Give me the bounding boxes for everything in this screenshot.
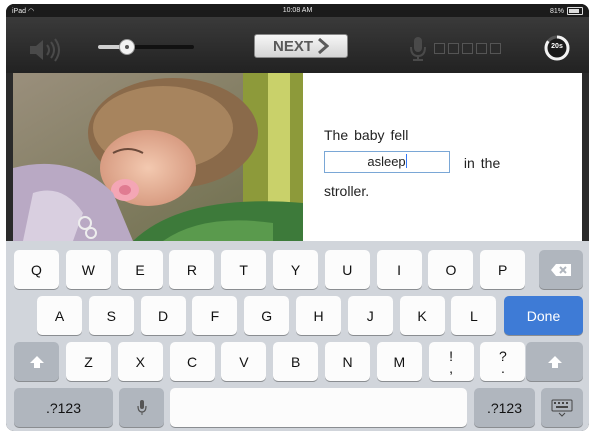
key-m[interactable]: M	[376, 342, 422, 381]
key-n[interactable]: N	[325, 342, 370, 381]
key-b[interactable]: B	[273, 342, 319, 381]
key-u[interactable]: U	[324, 250, 370, 289]
shift-key-right[interactable]	[526, 342, 583, 381]
punctuation-key[interactable]: ?.	[480, 342, 526, 381]
toolbar: NEXT 20s	[6, 17, 589, 73]
shift-icon	[547, 355, 562, 368]
mic-level-box	[490, 43, 501, 54]
key-j[interactable]: J	[347, 296, 393, 335]
key-d[interactable]: D	[140, 296, 186, 335]
shift-key-left[interactable]	[14, 342, 59, 381]
hide-keyboard-key[interactable]	[541, 388, 583, 427]
battery-icon	[567, 7, 583, 15]
sentence-word: in	[463, 155, 475, 171]
key-q[interactable]: Q	[14, 250, 59, 289]
sentence-word: the	[480, 155, 501, 171]
key-s[interactable]: S	[88, 296, 134, 335]
keyboard-icon	[551, 399, 573, 417]
sentence-word: baby	[354, 127, 385, 143]
sentence-line-1: The baby fell	[324, 121, 564, 149]
chevron-right-icon	[318, 38, 329, 54]
on-screen-keyboard: Q W E R T Y U I O P A S D F G H J K L Done Z X C V B N M!,?. .?123.…	[6, 241, 589, 431]
sentence-line-2: asleep in the	[324, 149, 564, 177]
key-h[interactable]: H	[296, 296, 341, 335]
key-f[interactable]: F	[192, 296, 238, 335]
sentence-word: fell	[390, 127, 409, 143]
key-w[interactable]: W	[65, 250, 111, 289]
shift-icon	[29, 355, 44, 368]
text-caret	[405, 154, 407, 169]
mic-level-box	[462, 43, 473, 54]
key-l[interactable]: L	[451, 296, 497, 335]
mic-level-box	[448, 43, 459, 54]
key-t[interactable]: T	[221, 250, 267, 289]
key-o[interactable]: O	[428, 250, 474, 289]
answer-input[interactable]: asleep	[324, 151, 450, 174]
key-v[interactable]: V	[221, 342, 267, 381]
key-x[interactable]: X	[117, 342, 163, 381]
sentence-line-3: stroller.	[324, 183, 370, 199]
battery-indicator: 81%	[550, 7, 583, 15]
status-bar: iPad ◠ 10:08 AM 81%	[6, 4, 589, 17]
mic-level-box	[476, 43, 487, 54]
baby-in-stroller-photo	[13, 73, 303, 241]
key-z[interactable]: Z	[66, 342, 111, 381]
backspace-icon	[551, 263, 571, 276]
speaker-icon[interactable]	[28, 37, 64, 63]
sentence-word: The	[324, 127, 349, 143]
next-label: NEXT	[272, 37, 313, 55]
mic-level-box	[434, 43, 445, 54]
key-y[interactable]: Y	[273, 250, 318, 289]
key-p[interactable]: P	[480, 250, 526, 289]
done-key[interactable]: Done	[504, 296, 583, 335]
key-i[interactable]: I	[376, 250, 422, 289]
exercise-panel: The baby fell asleep in the stroller.	[13, 73, 582, 241]
numbers-key-right[interactable]: .?123	[474, 388, 535, 427]
key-k[interactable]: K	[399, 296, 445, 335]
ipad-screen: iPad ◠ 10:08 AM 81% NEXT 20s The baby fe…	[6, 4, 589, 431]
timer-label: 20s	[551, 43, 563, 50]
key-e[interactable]: E	[117, 250, 163, 289]
next-button[interactable]: NEXT	[254, 34, 348, 58]
volume-knob[interactable]	[118, 39, 135, 55]
key-g[interactable]: G	[244, 296, 290, 335]
numbers-key-left[interactable]: .?123	[14, 388, 113, 427]
volume-slider[interactable]	[98, 39, 194, 55]
sentence-text: The baby fell asleep in the stroller.	[324, 121, 564, 205]
space-key[interactable]	[170, 388, 467, 427]
punctuation-key[interactable]: !,	[428, 342, 474, 381]
key-r[interactable]: R	[169, 250, 215, 289]
status-time: 10:08 AM	[282, 7, 313, 14]
microphone-icon	[136, 399, 147, 415]
key-c[interactable]: C	[169, 342, 215, 381]
key-a[interactable]: A	[37, 296, 82, 335]
backspace-key[interactable]	[539, 250, 583, 289]
microphone-icon[interactable]	[408, 36, 428, 62]
battery-percent: 81%	[549, 7, 564, 15]
dictation-key[interactable]	[119, 388, 164, 427]
timer: 20s	[544, 35, 570, 61]
